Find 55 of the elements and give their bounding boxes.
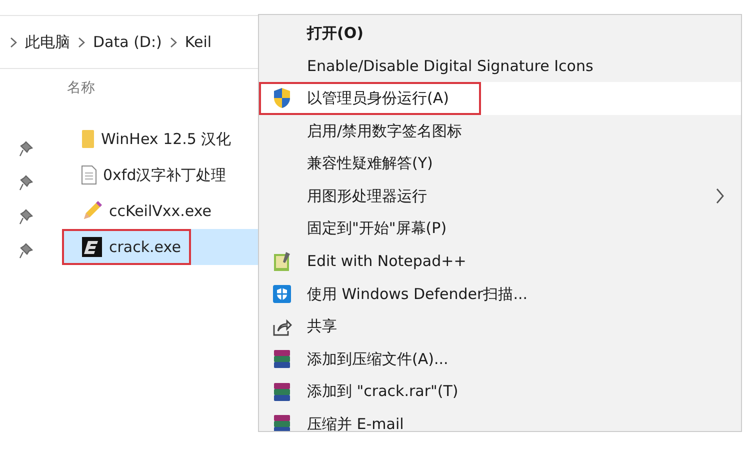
file-name: crack.exe xyxy=(109,238,181,256)
chevron-icon xyxy=(170,36,177,48)
pin-icon xyxy=(19,175,33,191)
menu-item[interactable]: 以管理员身份运行(A) xyxy=(259,82,741,115)
shield-icon xyxy=(272,284,292,304)
menu-item[interactable]: 启用/禁用数字签名图标 xyxy=(259,114,741,148)
menu-item[interactable]: 使用 Windows Defender扫描... xyxy=(259,278,741,310)
menu-label: 共享 xyxy=(307,317,337,336)
file-name: ccKeilVxx.exe xyxy=(109,202,212,220)
menu-label: 以管理员身份运行(A) xyxy=(307,88,449,108)
menu-label: 添加到 "crack.rar"(T) xyxy=(307,382,458,402)
menu-item[interactable]: Edit with Notepad++ xyxy=(259,245,741,278)
menu-item[interactable]: 固定到"开始"屏幕(P) xyxy=(259,212,741,246)
menu-label: Edit with Notepad++ xyxy=(307,252,466,270)
menu-label: 压缩并 E-mail xyxy=(307,414,404,431)
file-name: 0xfd汉字补丁处理 xyxy=(103,166,226,184)
breadcrumb-item[interactable]: Data (D:) xyxy=(93,33,162,51)
menu-label: 使用 Windows Defender扫描... xyxy=(307,284,528,304)
archive-icon xyxy=(272,348,292,370)
menu-item[interactable]: 添加到压缩文件(A)... xyxy=(259,342,741,376)
menu-label: 添加到压缩文件(A)... xyxy=(307,350,448,369)
folder-icon xyxy=(81,129,95,149)
file-name: WinHex 12.5 汉化 xyxy=(101,130,232,148)
menu-item[interactable]: 添加到 "crack.rar"(T) xyxy=(259,376,741,408)
notepad-icon xyxy=(272,250,292,272)
menu-label: 打开(O) xyxy=(307,24,364,43)
pin-icon xyxy=(19,209,33,225)
chevron-icon xyxy=(10,36,17,48)
menu-label: 固定到"开始"屏幕(P) xyxy=(307,219,447,238)
menu-label: 启用/禁用数字签名图标 xyxy=(307,122,462,141)
menu-item[interactable]: 共享 xyxy=(259,310,741,343)
pin-icon xyxy=(19,141,33,157)
menu-item[interactable]: 压缩并 E-mail xyxy=(259,408,741,431)
pin-icon xyxy=(19,243,33,259)
menu-item[interactable]: Enable/Disable Digital Signature Icons xyxy=(259,50,741,82)
file-item[interactable]: 0xfd汉字补丁处理 xyxy=(62,157,258,193)
archive-icon xyxy=(272,380,292,403)
shield-icon xyxy=(272,87,292,110)
file-item[interactable]: crack.exe xyxy=(62,229,258,265)
file-item[interactable]: WinHex 12.5 汉化 xyxy=(62,121,258,157)
breadcrumb-item[interactable]: Keil xyxy=(184,33,212,51)
menu-label: Enable/Disable Digital Signature Icons xyxy=(307,56,594,75)
breadcrumb-item[interactable]: 此电脑 xyxy=(25,32,70,52)
menu-item[interactable]: 用图形处理器运行 xyxy=(259,180,741,213)
menu-label: 用图形处理器运行 xyxy=(307,186,427,206)
archive-icon xyxy=(272,413,292,431)
pencil-icon xyxy=(81,200,103,222)
file-item[interactable]: ccKeilVxx.exe xyxy=(62,193,258,229)
chevron-icon xyxy=(78,36,85,48)
column-header[interactable]: 名称 xyxy=(67,79,258,99)
menu-item[interactable]: 打开(O) xyxy=(259,17,741,50)
menu-item[interactable]: 兼容性疑难解答(Y) xyxy=(259,147,741,180)
document-icon xyxy=(81,165,97,185)
menu-label: 兼容性疑难解答(Y) xyxy=(307,154,433,174)
app-icon xyxy=(81,236,103,258)
